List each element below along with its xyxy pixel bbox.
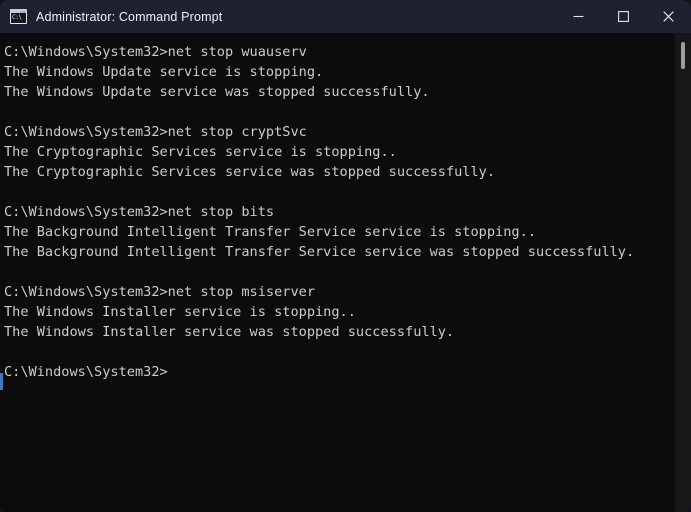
text-cursor	[0, 373, 3, 390]
minimize-button[interactable]	[556, 0, 601, 33]
window-titlebar[interactable]: ••• C:\ Administrator: Command Prompt	[0, 0, 691, 33]
window-controls	[556, 0, 691, 33]
terminal-screen[interactable]: C:\Windows\System32>net stop wuauserv Th…	[0, 33, 691, 512]
desktop-background: ••• C:\ Administrator: Command Prompt	[0, 0, 691, 512]
window-title: Administrator: Command Prompt	[36, 10, 222, 24]
titlebar-left-group: ••• C:\ Administrator: Command Prompt	[0, 9, 222, 24]
console-icon: ••• C:\	[10, 9, 27, 24]
terminal-scrollbar[interactable]	[675, 33, 691, 512]
close-button[interactable]	[646, 0, 691, 33]
command-prompt-window: ••• C:\ Administrator: Command Prompt	[0, 0, 691, 512]
terminal-output-text: C:\Windows\System32>net stop wuauserv Th…	[4, 42, 671, 382]
console-icon-glyph: C:\	[11, 13, 26, 23]
scrollbar-thumb[interactable]	[681, 42, 685, 69]
maximize-button[interactable]	[601, 0, 646, 33]
